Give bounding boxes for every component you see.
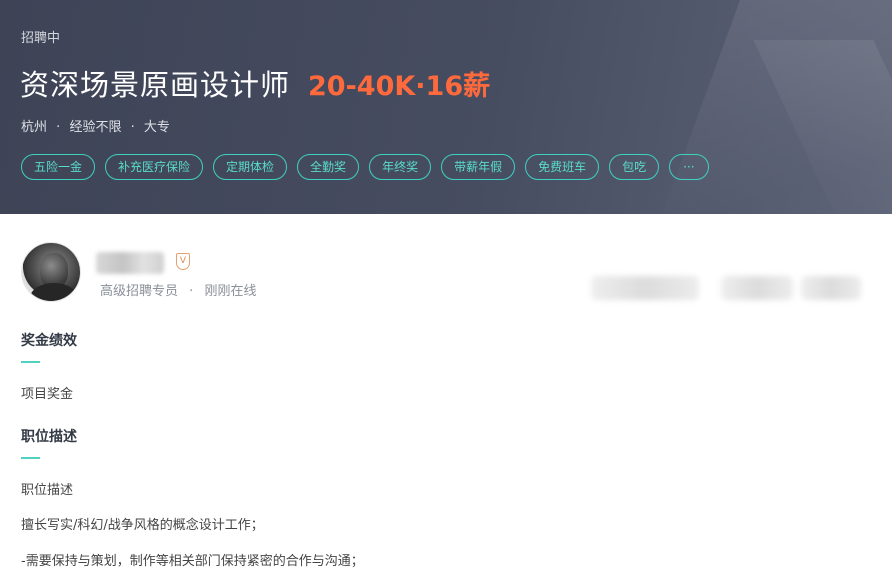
salary: 20-40K·16薪 bbox=[308, 71, 491, 102]
benefit-tag[interactable]: 定期体检 bbox=[213, 154, 288, 180]
bonus-text: 项目奖金 bbox=[21, 387, 74, 402]
section-heading-text: 职位描述 bbox=[21, 429, 77, 445]
section-heading-text: 奖金绩效 bbox=[21, 333, 77, 349]
blurred-content bbox=[591, 276, 699, 300]
job-experience: 经验不限 bbox=[69, 120, 122, 135]
online-status: 刚刚在线 bbox=[204, 284, 257, 299]
description-line: -需要保持与策划，制作等相关部门保持紧密的合作与沟通； bbox=[21, 554, 364, 569]
avatar-shoulder bbox=[30, 283, 78, 301]
hiring-status: 招聘中 bbox=[21, 31, 61, 46]
benefit-tag[interactable]: 包吃 bbox=[609, 154, 660, 180]
recruiter-role-line: 高级招聘专员 · 刚刚在线 bbox=[100, 280, 256, 299]
more-tags-button[interactable]: ··· bbox=[669, 154, 709, 180]
benefit-tag[interactable]: 带薪年假 bbox=[441, 154, 516, 180]
description-line: 擅长写实/科幻/战争风格的概念设计工作； bbox=[21, 518, 264, 533]
recruiter-name-blurred bbox=[96, 252, 164, 274]
section-underline bbox=[21, 457, 40, 459]
title-row: 资深场景原画设计师 20-40K·16薪 bbox=[20, 62, 490, 104]
benefit-tags: 五险一金 补充医疗保险 定期体检 全勤奖 年终奖 带薪年假 免费班车 包吃 ··… bbox=[21, 154, 709, 180]
meta-separator: · bbox=[130, 120, 135, 135]
benefit-tag[interactable]: 免费班车 bbox=[525, 154, 600, 180]
benefit-tag[interactable]: 全勤奖 bbox=[297, 154, 360, 180]
blurred-content bbox=[801, 276, 861, 300]
blurred-content bbox=[721, 276, 793, 300]
job-title: 资深场景原画设计师 bbox=[20, 68, 291, 102]
section-underline bbox=[21, 361, 40, 363]
benefit-tag[interactable]: 年终奖 bbox=[369, 154, 432, 180]
recruiter-card: V 高级招聘专员 · 刚刚在线 bbox=[21, 242, 871, 304]
recruiter-role: 高级招聘专员 bbox=[100, 284, 179, 299]
meta-separator: · bbox=[56, 120, 61, 135]
verified-badge-icon: V bbox=[176, 253, 190, 270]
section-heading-bonus: 奖金绩效 bbox=[21, 330, 77, 363]
job-education: 大专 bbox=[143, 120, 170, 135]
section-heading-description: 职位描述 bbox=[21, 426, 77, 459]
job-meta: 杭州 · 经验不限 · 大专 bbox=[21, 116, 170, 135]
job-header-banner: 招聘中 资深场景原画设计师 20-40K·16薪 杭州 · 经验不限 · 大专 … bbox=[0, 0, 892, 214]
description-line: 职位描述 bbox=[21, 483, 74, 498]
avatar[interactable] bbox=[21, 242, 81, 302]
benefit-tag[interactable]: 补充医疗保险 bbox=[105, 154, 204, 180]
job-city: 杭州 bbox=[21, 120, 48, 135]
benefit-tag[interactable]: 五险一金 bbox=[21, 154, 96, 180]
role-separator: · bbox=[189, 284, 194, 299]
